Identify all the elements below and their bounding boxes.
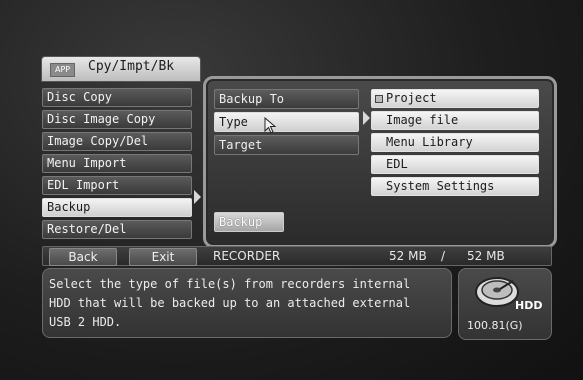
type-option-label: EDL xyxy=(386,157,408,171)
source-label: RECORDER xyxy=(213,249,281,263)
exit-button[interactable]: Exit xyxy=(129,248,197,266)
menu-item-restore-del[interactable]: Restore/Del xyxy=(42,220,192,239)
type-option-image-file[interactable]: Image file xyxy=(371,111,539,130)
setting-backup-to[interactable]: Backup To xyxy=(214,89,359,109)
type-option-label: Image file xyxy=(386,113,459,127)
type-option-system-settings[interactable]: System Settings xyxy=(371,177,539,196)
menu-item-image-copy-del[interactable]: Image Copy/Del xyxy=(42,132,192,151)
used-size: 52 MB xyxy=(389,249,427,263)
submenu-arrow-icon xyxy=(363,111,370,125)
left-menu: Disc Copy Disc Image Copy Image Copy/Del… xyxy=(42,88,192,242)
setting-label: Backup To xyxy=(219,92,285,106)
menu-item-label: EDL Import xyxy=(47,178,120,192)
menu-item-label: Backup xyxy=(47,200,91,214)
selection-arrow-icon xyxy=(194,190,201,204)
type-option-menu-library[interactable]: Menu Library xyxy=(371,133,539,152)
menu-item-backup[interactable]: Backup xyxy=(42,198,192,217)
menu-item-disc-image-copy[interactable]: Disc Image Copy xyxy=(42,110,192,129)
menu-item-menu-import[interactable]: Menu Import xyxy=(42,154,192,173)
hdd-capacity: 100.81(G) xyxy=(467,319,523,332)
setting-target[interactable]: Target xyxy=(214,135,359,155)
hdd-icon xyxy=(475,277,519,307)
backup-button[interactable]: Backup xyxy=(214,212,284,232)
checkbox-icon xyxy=(375,95,383,103)
app-header-tab: APP Cpy/Impt/Bk xyxy=(42,57,200,81)
description-box: Select the type of file(s) from recorder… xyxy=(42,268,452,338)
menu-item-label: Restore/Del xyxy=(47,222,127,236)
menu-item-label: Menu Import xyxy=(47,156,127,170)
settings-column: Backup To Type Target xyxy=(214,89,359,158)
type-options: Project Image file Menu Library EDL Syst… xyxy=(371,89,539,199)
type-option-edl[interactable]: EDL xyxy=(371,155,539,174)
setting-label: Target xyxy=(219,138,263,152)
hdd-label: HDD xyxy=(515,299,543,312)
screen: APP Cpy/Impt/Bk Disc Copy Disc Image Cop… xyxy=(0,0,583,380)
menu-item-label: Disc Image Copy xyxy=(47,112,156,126)
cursor-icon xyxy=(264,117,277,134)
menu-item-edl-import[interactable]: EDL Import xyxy=(42,176,192,195)
hdd-info: HDD 100.81(G) xyxy=(458,268,552,340)
type-option-label: Menu Library xyxy=(386,135,473,149)
menu-item-label: Image Copy/Del xyxy=(47,134,149,148)
app-badge: APP xyxy=(50,63,76,77)
type-option-project[interactable]: Project xyxy=(371,89,539,108)
page-title: Cpy/Impt/Bk xyxy=(88,59,175,74)
status-bar: Back Exit RECORDER 52 MB / 52 MB xyxy=(42,246,552,266)
size-separator: / xyxy=(441,249,446,263)
setting-label: Type xyxy=(219,115,248,129)
menu-item-disc-copy[interactable]: Disc Copy xyxy=(42,88,192,107)
menu-item-label: Disc Copy xyxy=(47,90,113,104)
setting-type[interactable]: Type xyxy=(214,112,359,132)
type-option-label: Project xyxy=(386,91,437,105)
back-button[interactable]: Back xyxy=(49,248,117,266)
backup-panel: Backup To Type Target Backup Project Ima… xyxy=(203,76,557,248)
type-option-label: System Settings xyxy=(386,179,495,193)
total-size: 52 MB xyxy=(467,249,505,263)
